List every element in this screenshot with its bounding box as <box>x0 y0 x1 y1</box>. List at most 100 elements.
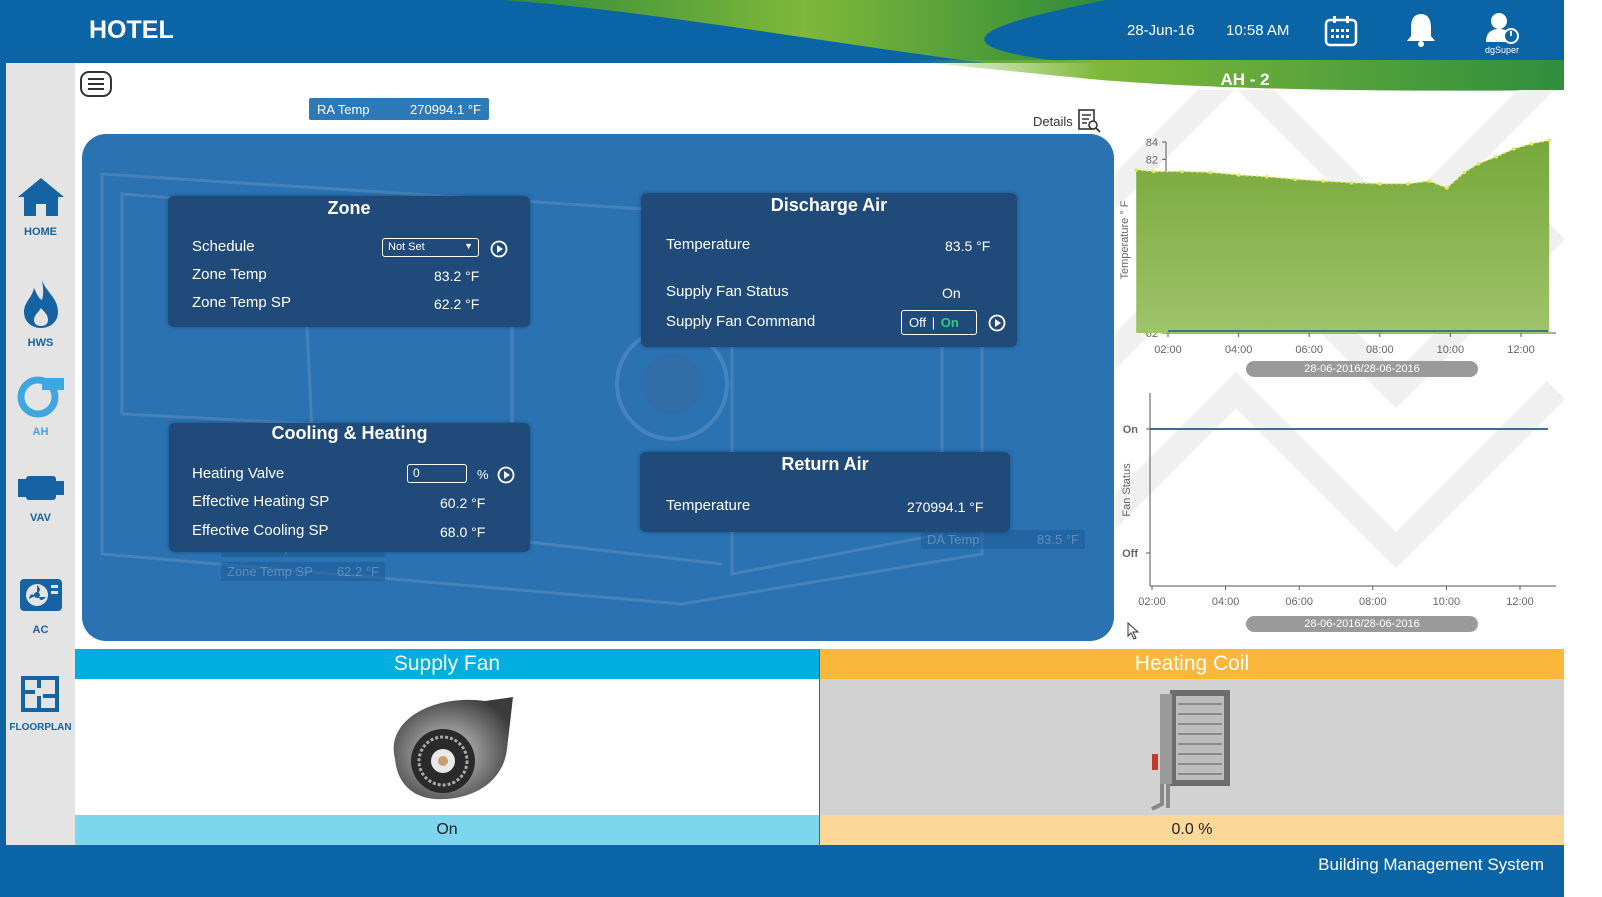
sidebar-item-hws[interactable]: HWS <box>6 278 75 349</box>
x-tick-label: 04:00 <box>1212 596 1240 608</box>
ac-fan-icon <box>19 579 62 611</box>
flame-icon <box>23 280 58 328</box>
temperature-point <box>1476 161 1481 166</box>
ra-temp-value: 270994.1 °F <box>410 101 481 117</box>
eff-cooling-sp-label: Effective Cooling SP <box>192 522 329 539</box>
schedule-value: Not Set <box>388 241 425 253</box>
discharge-temp-value: 83.5 °F <box>945 238 991 254</box>
sidebar-item-label: VAV <box>30 512 51 524</box>
temperature-point <box>1529 141 1534 146</box>
temperature-point <box>1208 170 1213 175</box>
sidebar-item-floorplan[interactable]: FLOORPLAN <box>6 675 75 733</box>
supply-fan-command-toggle[interactable]: Off | On <box>901 310 977 335</box>
x-tick-label: 12:00 <box>1506 596 1534 608</box>
mouse-cursor-icon <box>1127 622 1140 640</box>
supply-fan-status: On <box>75 815 819 845</box>
app-title: HOTEL <box>89 16 174 44</box>
ghost-zone-temp-sp: Zone Temp SP 62.2 °F <box>221 562 385 581</box>
ra-temp-label: RA Temp <box>317 101 370 117</box>
return-air-title: Return Air <box>781 454 869 474</box>
heating-valve-input[interactable]: 0 <box>407 464 467 483</box>
fan-command-on[interactable]: On <box>941 315 959 330</box>
calendar-icon[interactable] <box>1324 15 1358 47</box>
zone-temp-sp-label: Zone Temp SP <box>192 294 291 311</box>
air-handler-icon <box>17 376 64 418</box>
x-tick-label: 06:00 <box>1295 344 1323 356</box>
x-tick-label: 06:00 <box>1285 596 1313 608</box>
schedule-play-icon[interactable] <box>490 240 508 258</box>
x-tick-label: 10:00 <box>1433 596 1461 608</box>
details-link[interactable]: Details <box>1033 108 1101 134</box>
temperature-point <box>1152 169 1156 174</box>
sidebar-item-ac[interactable]: AC <box>6 577 75 636</box>
fan-command-play-icon[interactable] <box>988 314 1006 332</box>
air-handler-panel: Zone Temp83.2 °F Zone Temp SP62.2 °F DA … <box>82 134 1114 641</box>
sidebar-item-label: HOME <box>24 226 57 238</box>
eff-cooling-sp-value: 68.0 °F <box>440 524 486 540</box>
supply-fan-command-label: Supply Fan Command <box>666 313 816 330</box>
header-time: 10:58 AM <box>1226 22 1290 39</box>
temperature-point <box>1236 173 1241 177</box>
eff-heating-sp-label: Effective Heating SP <box>192 493 330 510</box>
ra-temp-badge: RA Temp 270994.1 °F <box>309 98 489 120</box>
sidebar-item-label: FLOORPLAN <box>9 722 72 733</box>
temperature-point <box>1406 181 1410 186</box>
heating-valve-unit: % <box>477 467 489 482</box>
cooling-heating-title: Cooling & Heating <box>271 423 428 443</box>
hamburger-icon <box>88 78 104 80</box>
details-label: Details <box>1033 113 1073 129</box>
temperature-chart[interactable]: Temperature ° F6264666870727476788082840… <box>1116 130 1564 360</box>
heating-valve-label: Heating Valve <box>192 465 285 482</box>
floorplan-icon <box>20 676 59 712</box>
temperature-chart-date-range[interactable]: 28-06-2016/28-06-2016 <box>1246 361 1478 377</box>
sidebar-item-home[interactable]: HOME <box>6 175 75 238</box>
temperature-point <box>1293 177 1297 182</box>
x-tick-label: 12:00 <box>1507 344 1535 356</box>
fan-command-off[interactable]: Off <box>909 315 926 330</box>
temperature-point <box>1349 181 1354 185</box>
vav-icon <box>17 476 64 500</box>
supply-fan-tile[interactable]: Supply Fan On <box>75 649 819 845</box>
details-search-icon <box>1077 109 1101 133</box>
heating-coil-image <box>1151 690 1230 811</box>
sidebar-item-ah[interactable]: AH <box>6 375 75 438</box>
x-tick-label: 08:00 <box>1359 596 1387 608</box>
zone-temp-value: 83.2 °F <box>434 268 480 284</box>
sidebar-item-label: HWS <box>27 337 54 349</box>
y-tick-label: 82 <box>1146 154 1158 166</box>
temperature-point <box>1180 169 1184 174</box>
sidebar-item-label: AC <box>32 624 49 636</box>
supply-fan-status-label: Supply Fan Status <box>666 283 789 300</box>
unit-title: AH - 2 <box>1220 70 1270 89</box>
temperature-point <box>1134 168 1138 172</box>
y-axis-label: Temperature ° F <box>1119 200 1131 279</box>
menu-button[interactable] <box>80 71 112 97</box>
user-name: dgSuper <box>1484 45 1520 55</box>
temperature-point <box>1427 179 1431 183</box>
zone-temp-sp-value: 62.2 °F <box>434 296 480 312</box>
x-tick-label: 02:00 <box>1154 344 1182 356</box>
top-header: HOTEL 28-Jun-16 10:58 AM dgSuper <box>6 0 1564 63</box>
y-tick-label: On <box>1123 424 1139 436</box>
heating-coil-tile[interactable]: Heating Coil 0.0 % <box>819 649 1564 845</box>
temperature-area <box>1136 140 1550 333</box>
sidebar-item-vav[interactable]: VAV <box>6 473 75 524</box>
bell-icon[interactable] <box>1404 12 1438 48</box>
supply-fan-image <box>393 697 513 800</box>
schedule-select[interactable]: Not Set ▼ <box>382 238 479 257</box>
temperature-point <box>1462 170 1467 175</box>
supply-fan-title: Supply Fan <box>75 649 819 679</box>
fan-status-chart-date-range[interactable]: 28-06-2016/28-06-2016 <box>1246 616 1478 632</box>
user-power-icon[interactable] <box>1484 12 1520 44</box>
temperature-point <box>1445 186 1449 190</box>
temperature-point <box>1321 179 1326 183</box>
cooling-heating-card: Cooling & Heating Heating Valve 0 % Effe… <box>169 423 530 552</box>
heating-coil-title: Heating Coil <box>820 649 1564 679</box>
fan-status-chart[interactable]: Fan Status Off On 02:00 04:00 06:00 08:00 10:00… <box>1116 385 1564 615</box>
x-tick-label: 08:00 <box>1366 344 1394 356</box>
heating-valve-play-icon[interactable] <box>497 466 515 484</box>
temperature-point <box>1512 147 1516 151</box>
heating-coil-status: 0.0 % <box>820 815 1564 845</box>
temperature-point <box>1547 138 1551 143</box>
return-temp-value: 270994.1 °F <box>907 499 984 515</box>
